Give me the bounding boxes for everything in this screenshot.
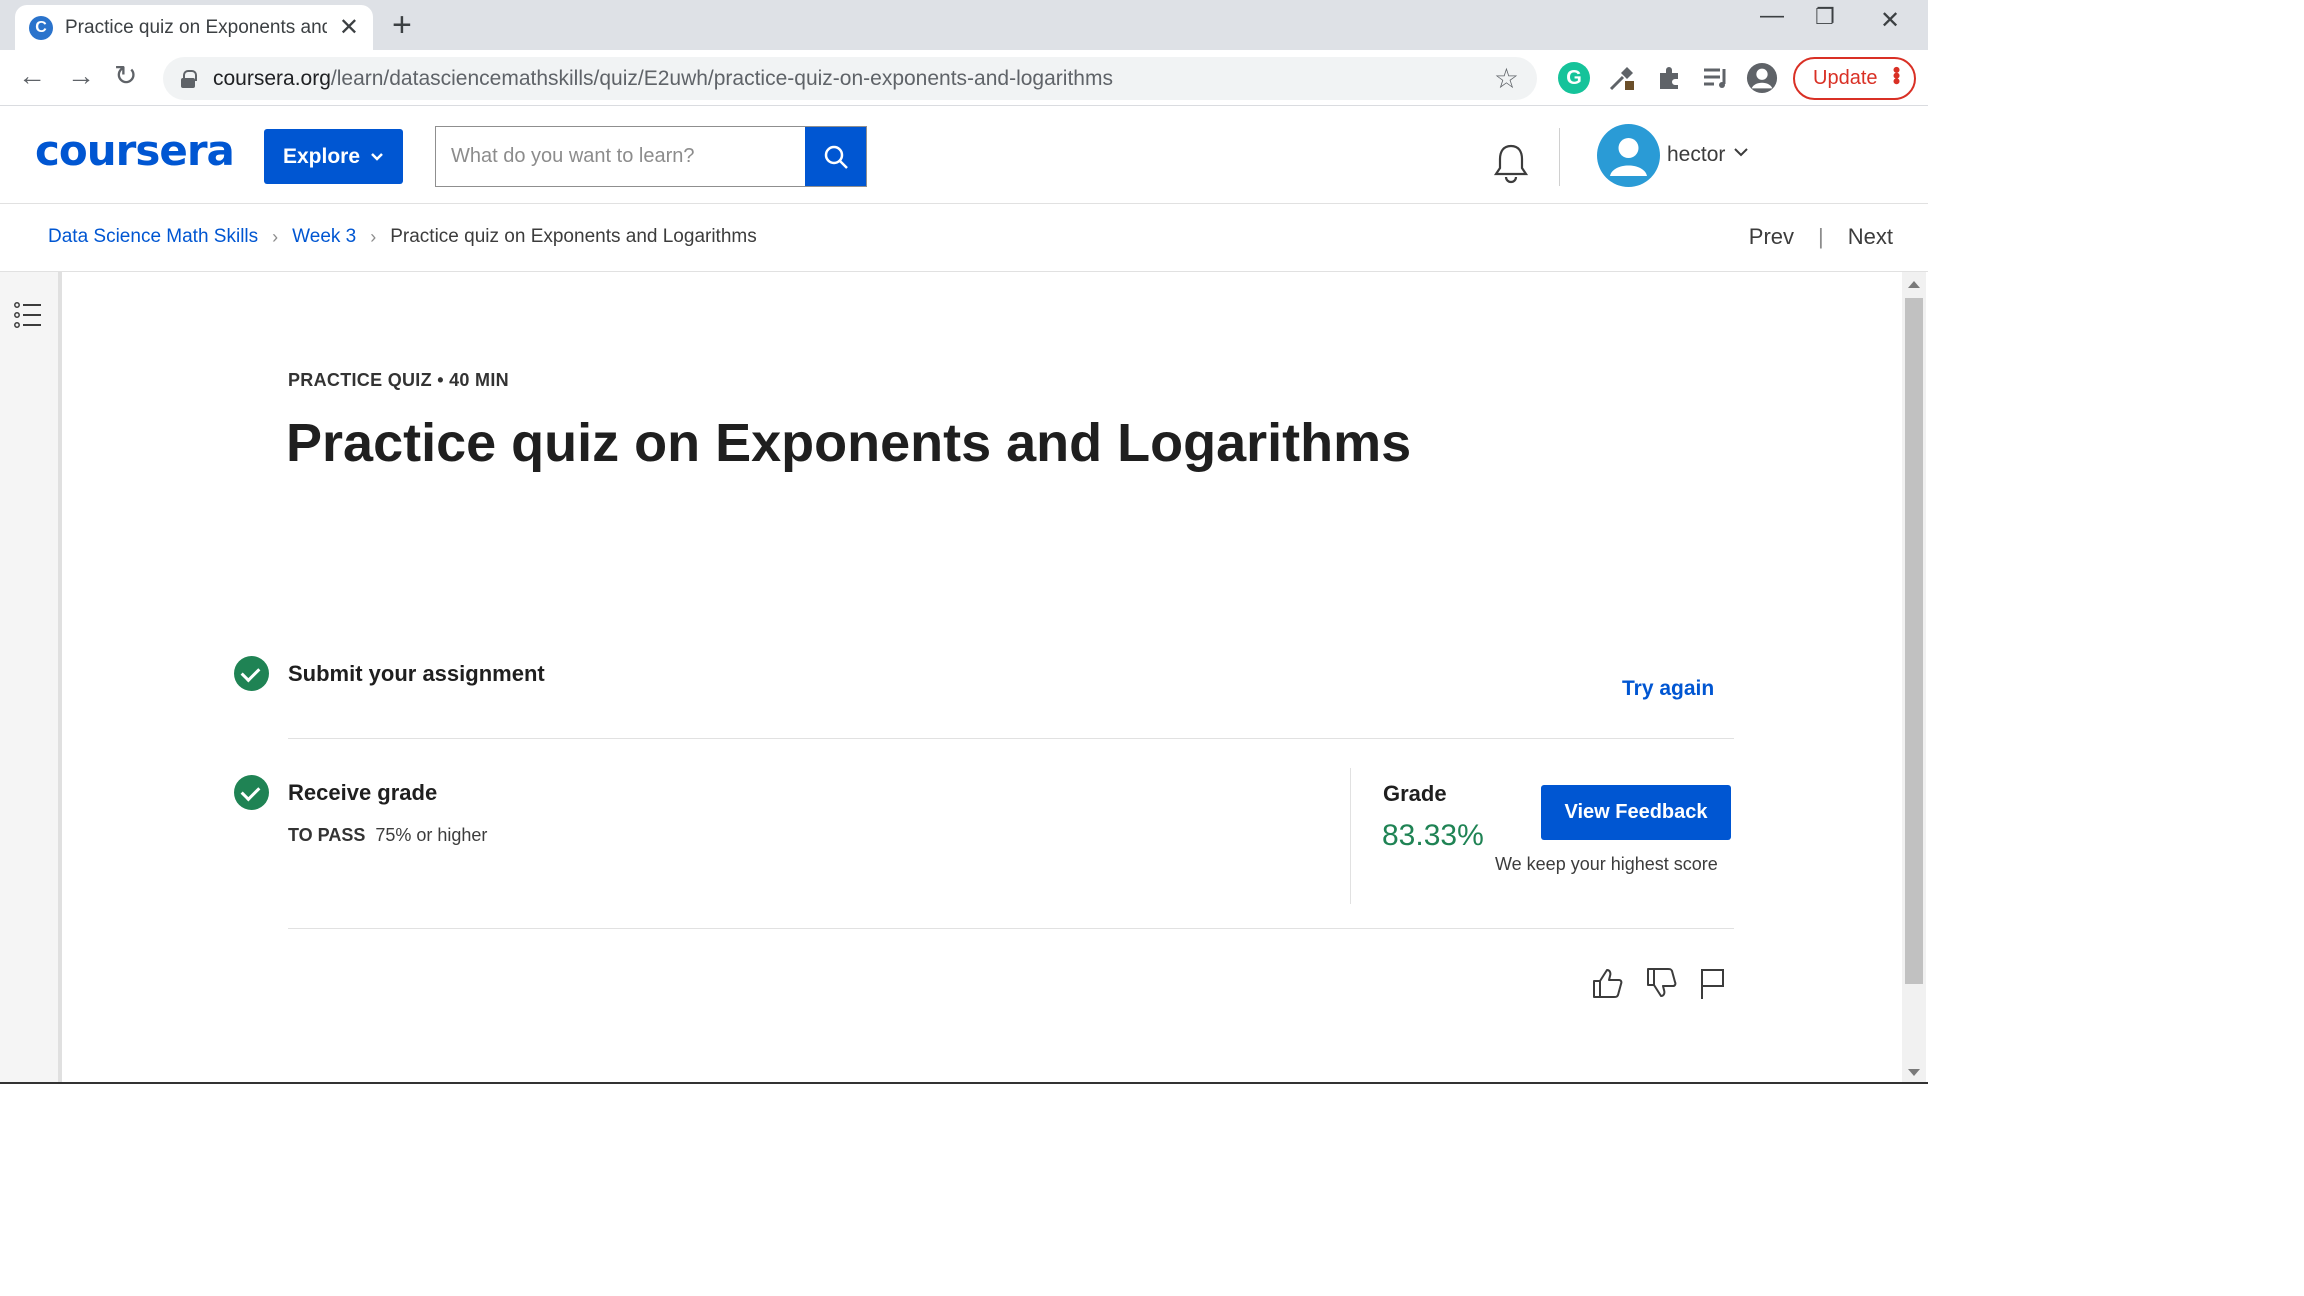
nav-separator: |: [1818, 224, 1824, 249]
highest-score-note: We keep your highest score: [1495, 854, 1718, 874]
scroll-thumb[interactable]: [1905, 298, 1923, 984]
search-icon: [824, 145, 848, 169]
flag-icon[interactable]: [1698, 966, 1726, 1000]
receive-step-title: Receive grade: [288, 780, 438, 805]
page-title: Practice quiz on Exponents and Logarithm…: [286, 413, 1412, 473]
bell-icon[interactable]: [1492, 142, 1530, 184]
grammarly-icon[interactable]: G: [1558, 62, 1590, 94]
search-button[interactable]: [805, 127, 866, 186]
restore-icon[interactable]: ❐: [1815, 4, 1835, 30]
try-again-link[interactable]: Try again: [1622, 677, 1714, 701]
reading-list-icon[interactable]: [1700, 62, 1732, 94]
check-circle-icon: [234, 656, 269, 691]
thumbs-up-icon[interactable]: [1590, 966, 1624, 1000]
breadcrumb-course[interactable]: Data Science Math Skills: [48, 226, 258, 248]
search-input[interactable]: [436, 127, 805, 186]
back-icon[interactable]: ←: [18, 60, 46, 92]
tab-title: Practice quiz on Exponents and L: [65, 16, 327, 38]
coursera-favicon-icon: C: [29, 15, 53, 40]
search-box: [435, 126, 867, 187]
new-tab-icon[interactable]: +: [392, 8, 412, 42]
outline-icon[interactable]: [14, 302, 42, 328]
scroll-up-icon[interactable]: [1908, 281, 1920, 288]
chevron-down-icon[interactable]: [1733, 146, 1749, 158]
breadcrumb-week[interactable]: Week 3: [292, 226, 356, 248]
scroll-down-icon[interactable]: [1908, 1069, 1920, 1076]
view-feedback-button[interactable]: View Feedback: [1541, 785, 1731, 840]
next-link[interactable]: Next: [1848, 224, 1893, 250]
eyedropper-icon[interactable]: [1606, 62, 1638, 94]
divider: [288, 738, 1734, 739]
prev-next-nav: Prev | Next: [1749, 224, 1893, 250]
coursera-logo[interactable]: coursera: [35, 126, 235, 175]
to-pass-value: 75% or higher: [375, 825, 488, 845]
quiz-meta: PRACTICE QUIZ • 40 MIN: [288, 370, 509, 390]
outline-sidebar: [0, 272, 62, 1082]
site-header: coursera Explore hector: [0, 106, 1928, 204]
breadcrumb: Data Science Math Skills › Week 3 › Prac…: [48, 226, 757, 248]
explore-button[interactable]: Explore: [264, 129, 403, 184]
address-bar[interactable]: coursera.org/learn/datasciencemathskills…: [163, 57, 1537, 100]
browser-toolbar: ← → ↻ coursera.org/learn/datasciencemath…: [0, 50, 1928, 106]
quiz-content: PRACTICE QUIZ • 40 MIN Practice quiz on …: [62, 272, 1902, 1082]
explore-label: Explore: [282, 144, 361, 168]
grade-label: Grade: [1383, 781, 1447, 806]
prev-link[interactable]: Prev: [1749, 224, 1794, 250]
chevron-right-icon: ›: [370, 226, 377, 247]
reload-icon[interactable]: ↻: [114, 60, 137, 92]
divider: [288, 928, 1734, 929]
browser-window: C Practice quiz on Exponents and L ✕ + —…: [0, 0, 1928, 1084]
minimize-icon[interactable]: —: [1760, 2, 1784, 30]
thumbs-down-icon[interactable]: [1644, 966, 1678, 1000]
pass-requirement: TO PASS 75% or higher: [288, 825, 487, 846]
header-divider: [1559, 128, 1560, 186]
chevron-right-icon: ›: [272, 226, 279, 247]
to-pass-label: TO PASS: [288, 825, 366, 845]
window-close-icon[interactable]: ✕: [1880, 6, 1900, 35]
lock-icon[interactable]: [181, 69, 197, 88]
page-scrollbar[interactable]: [1902, 272, 1926, 1082]
url-text[interactable]: coursera.org/learn/datasciencemathskills…: [213, 67, 1113, 91]
grade-divider: [1350, 768, 1351, 904]
update-button[interactable]: Update •••: [1793, 57, 1916, 100]
check-circle-icon: [234, 775, 269, 810]
profile-icon[interactable]: [1746, 62, 1778, 94]
star-icon[interactable]: ☆: [1494, 62, 1519, 95]
username[interactable]: hector: [1667, 143, 1725, 167]
user-icon: [1610, 138, 1647, 176]
forward-icon[interactable]: →: [67, 60, 95, 92]
tab-strip: C Practice quiz on Exponents and L ✕ + —…: [0, 0, 1928, 50]
more-menu-icon: •••: [1884, 66, 1909, 84]
chevron-down-icon: [371, 152, 383, 161]
avatar[interactable]: [1597, 124, 1660, 187]
update-label: Update: [1813, 67, 1878, 89]
grade-value: 83.33%: [1382, 819, 1484, 852]
breadcrumb-current: Practice quiz on Exponents and Logarithm…: [390, 226, 757, 247]
extensions-icon[interactable]: [1654, 62, 1686, 94]
submit-step-title: Submit your assignment: [288, 661, 545, 686]
breadcrumb-bar: Data Science Math Skills › Week 3 › Prac…: [0, 204, 1928, 272]
browser-tab[interactable]: C Practice quiz on Exponents and L ✕: [15, 5, 373, 50]
tab-close-icon[interactable]: ✕: [339, 15, 359, 40]
